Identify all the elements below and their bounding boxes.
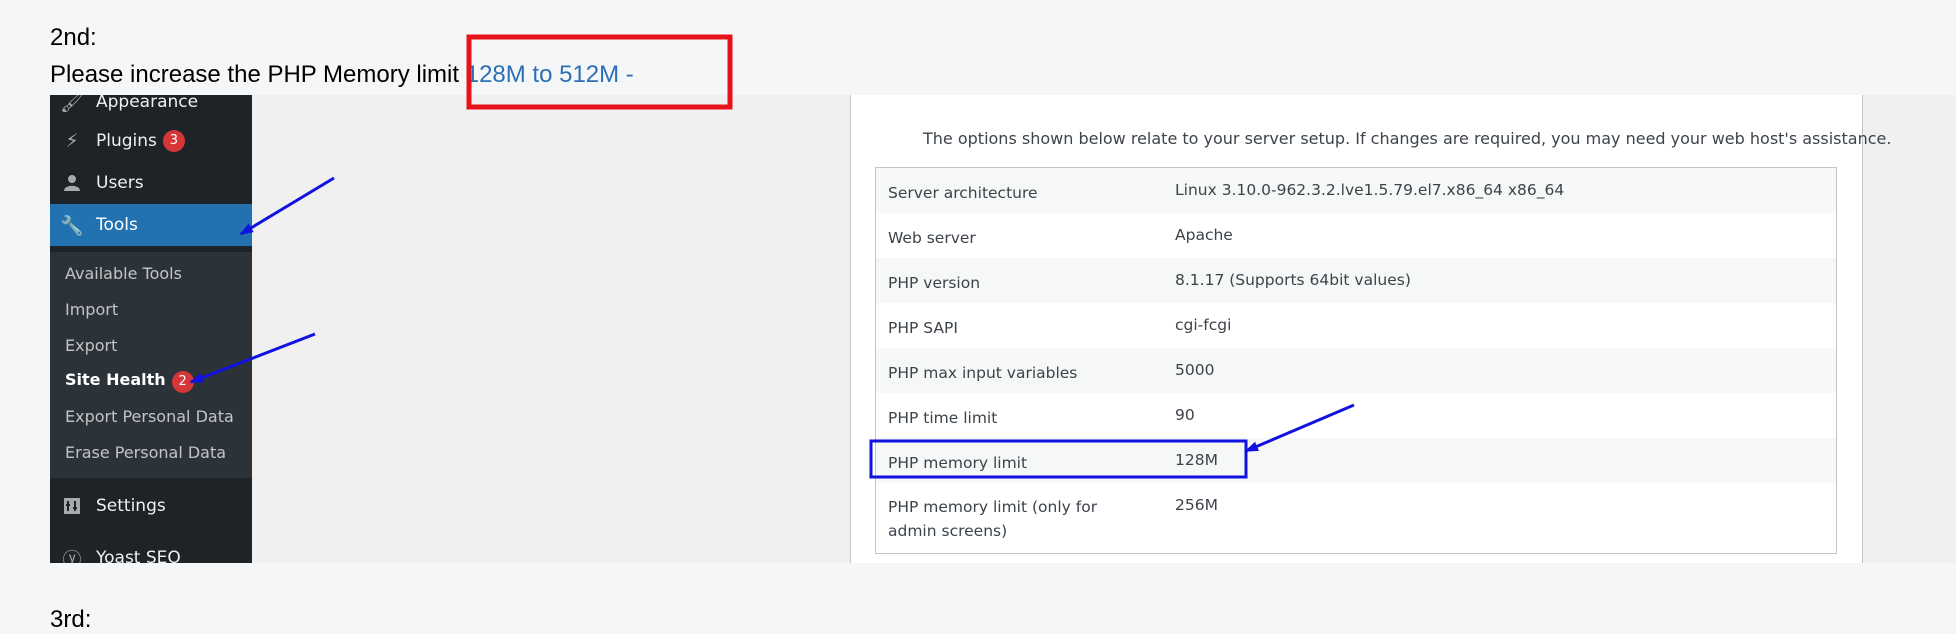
paintbrush-icon: 🖌 (59, 95, 85, 114)
row-value: 8.1.17 (Supports 64bit values) (1175, 271, 1411, 289)
submenu-available-tools[interactable]: Available Tools (65, 264, 182, 283)
sidebar-item-label: Tools (96, 215, 138, 235)
row-key: PHP max input variables (888, 364, 1078, 382)
sidebar-item-label: Users (96, 173, 144, 193)
row-value: 5000 (1175, 361, 1215, 379)
row-key: PHP memory limit (888, 454, 1028, 472)
sidebar-item-yoast-seo[interactable]: ⓨ Yoast SEO (50, 537, 252, 563)
instruction-line: Please increase the PHP Memory limit 128… (50, 61, 634, 89)
submenu-export-personal-data[interactable]: Export Personal Data (65, 407, 234, 426)
row-value: 256M (1175, 496, 1218, 514)
yoast-icon: ⓨ (62, 548, 82, 564)
tools-submenu: Available Tools Import Export Site Healt… (50, 252, 252, 478)
row-key: PHP version (888, 274, 981, 292)
sidebar-item-plugins[interactable]: ⚡ Plugins 3 (50, 120, 252, 162)
sidebar-item-tools[interactable]: 🔧 Tools (50, 204, 252, 246)
table-row-memory-limit: PHP memory limit 128M (876, 438, 1836, 483)
sidebar-item-appearance[interactable]: 🖌 Appearance (50, 95, 252, 123)
instruction-highlight: 128M to 512M - (465, 61, 634, 88)
table-row: Web server Apache (876, 213, 1836, 258)
settings-icon (60, 495, 84, 517)
row-key: Web server (888, 229, 976, 247)
table-row: PHP time limit 90 (876, 393, 1836, 438)
row-key: Server architecture (888, 184, 1038, 202)
site-health-badge: 2 (171, 371, 194, 393)
sidebar-item-label: Appearance (96, 95, 199, 112)
server-info-table: Server architecture Linux 3.10.0-962.3.2… (875, 167, 1837, 554)
row-key: PHP SAPI (888, 319, 958, 337)
row-value: cgi-fcgi (1175, 316, 1232, 334)
next-step-label: 3rd: (50, 606, 92, 633)
row-value: Apache (1175, 226, 1233, 244)
sidebar-item-label: Plugins (96, 131, 157, 151)
step-label: 2nd: (50, 24, 97, 51)
submenu-export[interactable]: Export (65, 336, 117, 355)
row-value: 90 (1175, 406, 1195, 424)
submenu-label: Site Health (65, 370, 166, 389)
user-icon (60, 172, 84, 194)
table-row: PHP version 8.1.17 (Supports 64bit value… (876, 258, 1836, 303)
sidebar-item-users[interactable]: Users (50, 162, 252, 204)
row-value: 128M (1175, 451, 1218, 469)
screenshot: 🖌 Appearance ⚡ Plugins 3 Users 🔧 Tools A… (50, 95, 1956, 563)
sidebar-item-label: Yoast SEO (96, 548, 181, 563)
sidebar-item-label: Settings (96, 496, 166, 516)
table-row: PHP memory limit (only for admin screens… (876, 483, 1836, 553)
table-row: Server architecture Linux 3.10.0-962.3.2… (876, 168, 1836, 213)
wrench-icon: 🔧 (60, 214, 84, 237)
plugin-icon: ⚡ (65, 130, 79, 152)
row-value: Linux 3.10.0-962.3.2.lve1.5.79.el7.x86_6… (1175, 181, 1565, 199)
row-key: PHP time limit (888, 409, 998, 427)
submenu-erase-personal-data[interactable]: Erase Personal Data (65, 443, 226, 462)
row-key: PHP memory limit (only for admin screens… (888, 498, 1098, 540)
table-row: PHP max input variables 5000 (876, 348, 1836, 393)
submenu-import[interactable]: Import (65, 300, 118, 319)
sidebar-item-settings[interactable]: Settings (50, 485, 252, 527)
instruction-text: Please increase the PHP Memory limit (50, 61, 466, 88)
table-row: PHP SAPI cgi-fcgi (876, 303, 1836, 348)
server-description: The options shown below relate to your s… (923, 129, 1892, 148)
admin-sidebar: 🖌 Appearance ⚡ Plugins 3 Users 🔧 Tools A… (50, 95, 252, 563)
submenu-site-health[interactable]: Site Health 2 (65, 370, 194, 393)
plugins-count-badge: 3 (162, 130, 185, 152)
